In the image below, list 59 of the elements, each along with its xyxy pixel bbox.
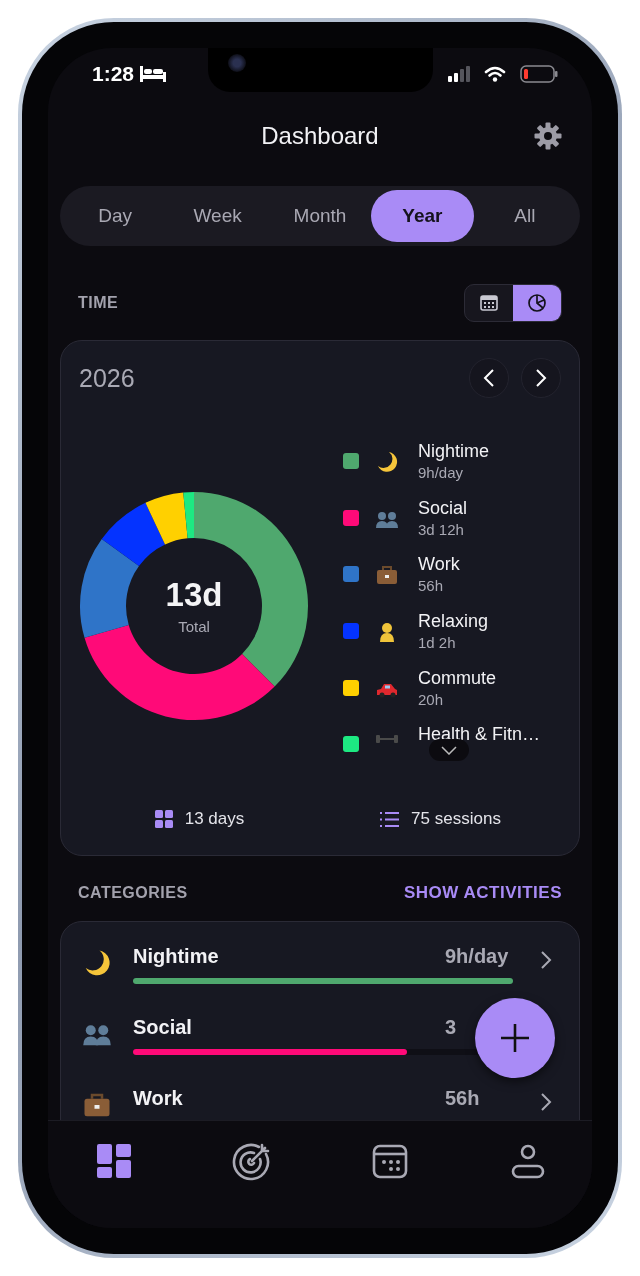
category-value: 9h/day <box>445 944 510 968</box>
settings-icon[interactable] <box>534 122 562 150</box>
chevron-down-icon <box>441 745 457 755</box>
range-tab[interactable]: Year <box>371 190 474 242</box>
stat-text: 13 days <box>184 809 245 829</box>
legend-label: Work <box>418 554 460 576</box>
profile-icon <box>510 1143 546 1179</box>
status-time: 1:28 <box>92 62 135 86</box>
section-title: CATEGORIES <box>78 884 188 902</box>
signal-icon <box>448 66 470 82</box>
previous-button[interactable] <box>469 358 509 398</box>
chevron-right-icon <box>535 368 547 388</box>
chevron-right-icon[interactable] <box>540 1092 552 1112</box>
total-value: 13d <box>165 576 223 614</box>
stat-text: 75 sessions <box>411 809 501 829</box>
legend-label: Health & Fitn… <box>418 724 541 746</box>
legend-label: Social <box>418 497 468 519</box>
total-label: Total <box>178 618 210 635</box>
legend-value: 20h <box>418 690 445 708</box>
bed-icon <box>140 66 167 82</box>
nav-tab[interactable] <box>94 1141 134 1181</box>
battery-icon <box>520 65 558 83</box>
period-title: 2026 <box>79 363 135 393</box>
chevron-left-icon <box>483 368 495 388</box>
screen-title: Dashboard <box>261 122 379 150</box>
nav-tab[interactable] <box>232 1141 272 1181</box>
category-name: Work <box>133 1086 183 1110</box>
target-icon <box>232 1141 272 1181</box>
chevron-right-icon[interactable] <box>540 950 552 970</box>
show-activities-link[interactable]: SHOW ACTIVITIES <box>404 883 562 903</box>
calendar-icon <box>372 1143 408 1179</box>
category-name: Nightime <box>133 944 219 968</box>
range-tab[interactable]: All <box>473 190 577 242</box>
legend-value: 56h <box>418 577 445 595</box>
grid-icon <box>154 810 173 828</box>
section-title: TIME <box>78 294 119 312</box>
next-button[interactable] <box>521 358 561 398</box>
expand-button[interactable] <box>429 739 469 761</box>
plus-icon <box>500 1023 530 1053</box>
moon-icon <box>375 450 399 474</box>
wifi-icon <box>484 66 506 82</box>
legend-value: 1d 2h <box>418 634 457 651</box>
dumbbell-icon <box>375 733 399 746</box>
category-value: 56h <box>445 1086 481 1110</box>
legend-label: Nightime <box>418 441 490 462</box>
list-icon <box>380 811 400 827</box>
category-name: Social <box>133 1015 192 1039</box>
calendar-icon <box>480 295 498 311</box>
legend-label: Commute <box>418 667 497 689</box>
pie-chart-icon <box>527 293 547 313</box>
camera-icon <box>228 54 246 72</box>
category-value: 3 <box>445 1015 458 1039</box>
legend-value: 3d 12h <box>418 520 465 538</box>
legend-label: Relaxing <box>418 611 489 632</box>
range-tab[interactable]: Day <box>64 190 167 242</box>
range-tab[interactable]: Week <box>166 190 269 242</box>
range-tab[interactable]: Month <box>268 190 372 242</box>
legend-value: 9h/day <box>418 464 465 481</box>
dashboard-icon <box>96 1143 132 1179</box>
